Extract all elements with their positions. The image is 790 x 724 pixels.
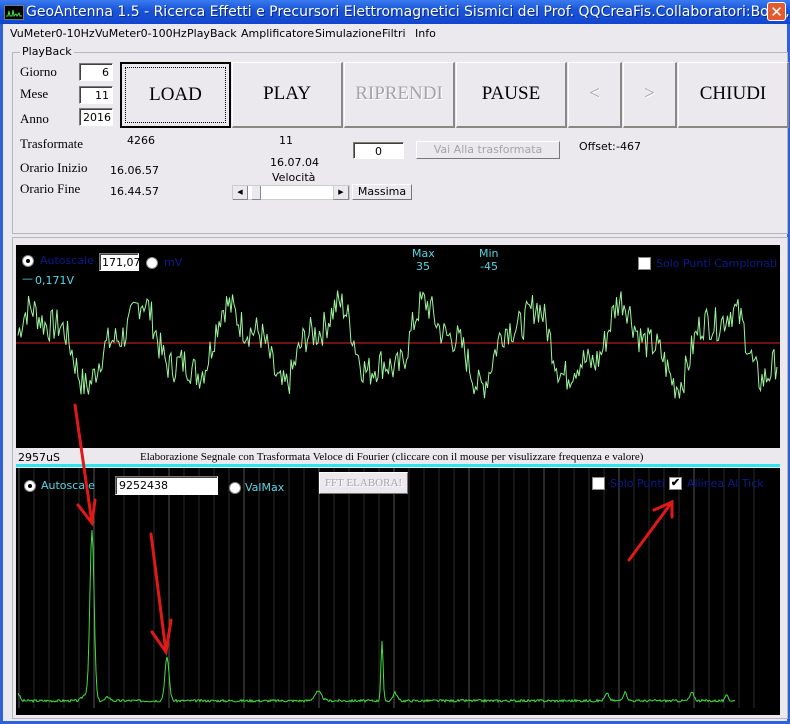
- menu-filtri[interactable]: Filtri: [382, 27, 406, 40]
- orario-inizio-value: 16.06.57: [110, 164, 159, 177]
- menu-bar: VuMeter0-10Hz VuMeter0-100Hz PlayBack Am…: [3, 24, 787, 42]
- oscilloscope-plot[interactable]: [16, 245, 780, 448]
- fft-spectrum-plot[interactable]: [16, 468, 780, 715]
- menu-simulazione[interactable]: Simulazione: [315, 27, 382, 40]
- scroll-right-icon[interactable]: ▶: [333, 186, 349, 200]
- chiudi-button[interactable]: CHIUDI: [678, 62, 789, 128]
- fft-solo-punti-label: Solo Punti: [610, 477, 665, 490]
- offset-value: -467: [616, 140, 641, 153]
- riprendi-button[interactable]: RIPRENDI: [344, 62, 455, 128]
- scope-max-value: 35: [416, 260, 430, 273]
- load-button[interactable]: LOAD: [120, 62, 231, 128]
- valmax-label: ValMax: [245, 481, 285, 494]
- menu-info[interactable]: Info: [415, 27, 436, 40]
- close-icon[interactable]: ✕: [767, 2, 786, 21]
- orario-fine-label: Orario Fine: [20, 181, 81, 196]
- title-bar: GeoAntenna 1.5 - Ricerca Effetti e Precu…: [0, 0, 790, 24]
- fft-autoscale-label: Autoscale: [41, 479, 95, 492]
- fft-spectrum-trace: [17, 530, 736, 704]
- oscilloscope-panel[interactable]: Autoscale 171,07 mV — 0,171V Max 35 Min …: [16, 245, 780, 448]
- fft-autoscale-radio[interactable]: [24, 480, 36, 492]
- current-transform-value: 11: [279, 134, 293, 147]
- giorno-field[interactable]: 6: [79, 63, 113, 81]
- waveform-icon: [4, 5, 24, 20]
- fft-solo-punti-checkbox[interactable]: [592, 477, 605, 490]
- slider-thumb[interactable]: [251, 186, 261, 200]
- fft-elabora-button[interactable]: FFT ELABORA!: [319, 472, 408, 494]
- play-button[interactable]: PLAY: [232, 62, 343, 128]
- trasformate-label: Trasformate: [20, 136, 84, 151]
- trasformate-value: 4266: [127, 134, 155, 147]
- solo-punti-campionati-checkbox[interactable]: [638, 257, 651, 270]
- menu-vumeter-10[interactable]: VuMeter0-10Hz: [10, 27, 95, 40]
- scope-max-label: Max: [412, 247, 435, 260]
- pause-button[interactable]: PAUSE: [456, 62, 567, 128]
- window-title: GeoAntenna 1.5 - Ricerca Effetti e Precu…: [26, 4, 790, 20]
- scope-autoscale-label: Autoscale: [40, 254, 94, 267]
- solo-punti-campionati-label: Solo Punti Campionati: [656, 257, 778, 270]
- fft-header: 2957uS Elaborazione Segnale con Trasform…: [16, 448, 780, 468]
- scope-mv-radio[interactable]: [146, 257, 158, 269]
- anno-label: Anno: [20, 111, 49, 126]
- previous-button[interactable]: <: [568, 62, 622, 128]
- current-time-value: 16.07.04: [270, 156, 319, 169]
- fft-accent-line: [16, 464, 780, 467]
- anno-field[interactable]: 2016: [79, 108, 113, 126]
- fft-title: Elaborazione Segnale con Trasformata Vel…: [140, 451, 644, 463]
- vai-alla-trasformata-button[interactable]: Vai Alla trasformata: [416, 141, 560, 159]
- scope-level-marker: —: [22, 272, 33, 285]
- orario-fine-value: 16.44.57: [110, 185, 159, 198]
- scope-min-label: Min: [479, 247, 499, 260]
- massima-button[interactable]: Massima: [352, 184, 412, 200]
- menu-playback[interactable]: PlayBack: [187, 27, 237, 40]
- next-button[interactable]: >: [623, 62, 677, 128]
- fft-panel[interactable]: Autoscale 9252438 ValMax FFT ELABORA! So…: [16, 468, 780, 715]
- velocita-slider[interactable]: ◀ ▶: [232, 185, 350, 200]
- mese-label: Mese: [20, 86, 49, 101]
- menu-vumeter-100[interactable]: VuMeter0-100Hz: [95, 27, 187, 40]
- valmax-radio[interactable]: [229, 482, 241, 494]
- menu-amplificatore[interactable]: Amplificatore: [241, 27, 314, 40]
- playback-group-label: PlayBack: [20, 45, 74, 58]
- valmax-field[interactable]: 9252438: [115, 476, 218, 495]
- scope-scale-field[interactable]: 171,07: [99, 253, 141, 271]
- goto-transform-field[interactable]: 0: [353, 142, 404, 159]
- sample-period-label: 2957uS: [18, 451, 60, 464]
- scope-level-label: 0,171V: [35, 274, 75, 287]
- velocita-label: Velocità: [272, 171, 316, 184]
- scope-autoscale-radio[interactable]: [22, 255, 34, 267]
- scope-signal-trace: [17, 290, 778, 399]
- allinea-al-tick-label: Allinea Al Tick: [687, 477, 764, 490]
- orario-inizio-label: Orario Inizio: [20, 160, 88, 175]
- scroll-left-icon[interactable]: ◀: [233, 186, 248, 200]
- mese-field[interactable]: 11: [79, 86, 113, 104]
- offset-label: Offset:: [579, 140, 616, 153]
- giorno-label: Giorno: [20, 64, 57, 79]
- scope-min-value: -45: [480, 260, 498, 273]
- scope-unit-label: mV: [164, 256, 183, 269]
- allinea-al-tick-checkbox[interactable]: ✔: [669, 477, 682, 490]
